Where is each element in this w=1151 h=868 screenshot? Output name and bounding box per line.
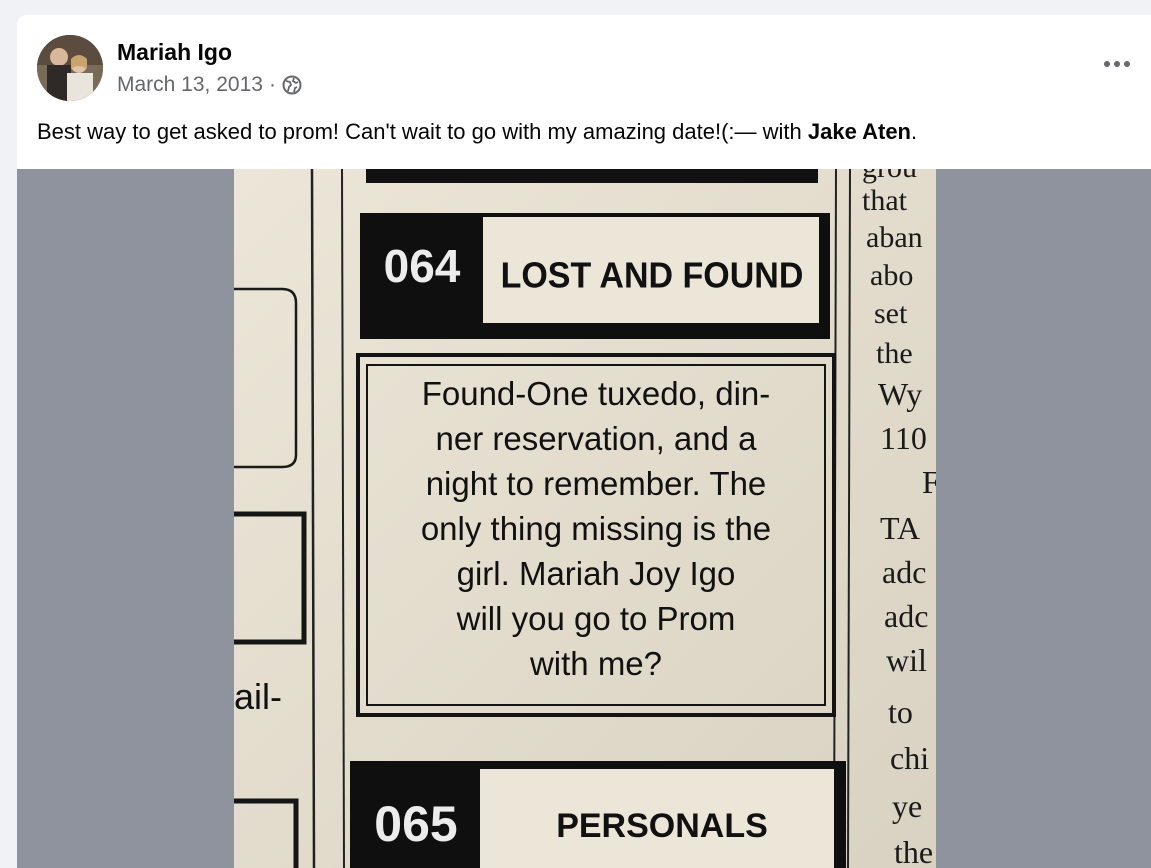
- ad-line-2: ner reservation, and a: [435, 420, 757, 457]
- right-col-line: grou: [862, 169, 917, 184]
- right-col-line: that: [862, 184, 908, 217]
- caption-text: Best way to get asked to prom! Can't wai…: [37, 119, 808, 144]
- caption-end: .: [911, 119, 918, 144]
- left-column-fragment: ail-: [234, 676, 282, 717]
- ad-line-6: will you go to Prom: [456, 600, 736, 637]
- section-number-065: 065: [374, 796, 457, 852]
- right-col-line: wil: [886, 642, 927, 678]
- right-col-line: the: [894, 834, 933, 868]
- right-col-line: ye: [892, 788, 922, 824]
- ad-line-7: with me?: [529, 645, 662, 682]
- right-col-line: F: [922, 464, 936, 500]
- right-col-line: adc: [884, 598, 928, 634]
- right-col-line: chi: [890, 740, 929, 776]
- ad-line-3: night to remember. The: [426, 465, 767, 502]
- right-col-line: the: [876, 337, 913, 370]
- ad-line-1: Found-One tuxedo, din-: [422, 375, 771, 412]
- section-title-lost-and-found: LOST AND FOUND: [501, 256, 804, 296]
- post-media[interactable]: ail- 064 LOST AND FOUND Found-One tuxedo…: [17, 169, 1151, 868]
- right-col-line: 110: [880, 420, 927, 456]
- right-col-line: abo: [870, 259, 913, 292]
- right-col-line: TA: [880, 510, 920, 546]
- post-photo[interactable]: ail- 064 LOST AND FOUND Found-One tuxedo…: [234, 169, 936, 868]
- avatar[interactable]: [37, 35, 103, 101]
- meta-separator: ·: [268, 73, 276, 96]
- right-col-line: adc: [882, 554, 926, 590]
- author-name[interactable]: Mariah Igo: [117, 39, 232, 66]
- more-options-icon[interactable]: [1097, 49, 1137, 79]
- section-title-personals: PERSONALS: [556, 807, 768, 845]
- right-col-line: Wy: [878, 376, 922, 412]
- right-col-line: set: [874, 297, 908, 330]
- tagged-user-link[interactable]: Jake Aten: [808, 119, 911, 144]
- globe-icon: [282, 75, 302, 95]
- ad-line-5: girl. Mariah Joy Igo: [457, 555, 736, 592]
- right-col-line: to: [888, 694, 913, 730]
- right-col-line: aban: [866, 221, 923, 254]
- ad-line-4: only thing missing is the: [421, 510, 771, 547]
- post-card: Mariah Igo March 13, 2013 · Best way to …: [17, 15, 1151, 868]
- post-date[interactable]: March 13, 2013: [117, 73, 263, 97]
- section-number-064: 064: [384, 240, 461, 292]
- post-meta: March 13, 2013 ·: [117, 73, 302, 97]
- post-caption: Best way to get asked to prom! Can't wai…: [37, 119, 917, 145]
